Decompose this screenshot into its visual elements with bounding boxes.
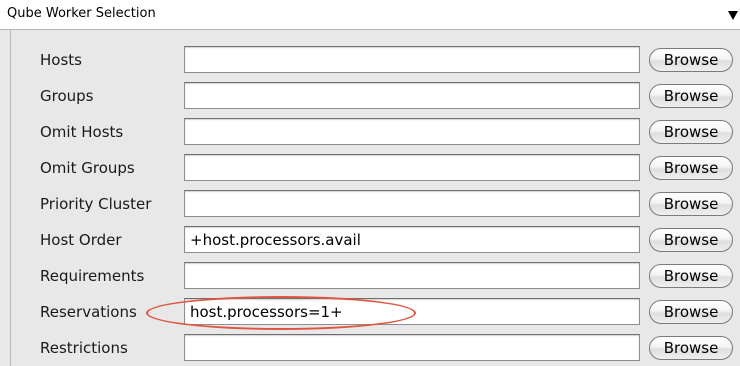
reservations-label: Reservations bbox=[40, 303, 137, 321]
priority-cluster-label: Priority Cluster bbox=[40, 195, 152, 213]
host-order-field[interactable]: +host.processors.avail bbox=[184, 226, 640, 253]
row-priority-cluster: Priority Cluster Browse bbox=[0, 186, 740, 222]
omit-hosts-label: Omit Hosts bbox=[40, 123, 124, 141]
reservations-field[interactable]: host.processors=1+ bbox=[184, 298, 640, 325]
host-order-browse-button[interactable]: Browse bbox=[649, 228, 733, 252]
requirements-browse-button[interactable]: Browse bbox=[649, 264, 733, 288]
restrictions-field[interactable] bbox=[184, 334, 640, 361]
hosts-label: Hosts bbox=[40, 51, 82, 69]
omit-groups-field[interactable] bbox=[184, 154, 640, 181]
priority-cluster-browse-button[interactable]: Browse bbox=[649, 192, 733, 216]
omit-hosts-browse-button[interactable]: Browse bbox=[649, 120, 733, 144]
omit-groups-label: Omit Groups bbox=[40, 159, 135, 177]
restrictions-label: Restrictions bbox=[40, 339, 128, 357]
requirements-field[interactable] bbox=[184, 262, 640, 289]
row-omit-groups: Omit Groups Browse bbox=[0, 150, 740, 186]
triangle-down-icon[interactable] bbox=[728, 11, 738, 20]
groups-label: Groups bbox=[40, 87, 94, 105]
omit-groups-browse-button[interactable]: Browse bbox=[649, 156, 733, 180]
priority-cluster-field[interactable] bbox=[184, 190, 640, 217]
restrictions-browse-button[interactable]: Browse bbox=[649, 336, 733, 360]
host-order-label: Host Order bbox=[40, 231, 122, 249]
row-hosts: Hosts Browse bbox=[0, 42, 740, 78]
hosts-browse-button[interactable]: Browse bbox=[649, 48, 733, 72]
row-host-order: Host Order +host.processors.avail Browse bbox=[0, 222, 740, 258]
groups-browse-button[interactable]: Browse bbox=[649, 84, 733, 108]
section-header[interactable]: Qube Worker Selection bbox=[0, 0, 740, 30]
reservations-browse-button[interactable]: Browse bbox=[649, 300, 733, 324]
omit-hosts-field[interactable] bbox=[184, 118, 640, 145]
row-omit-hosts: Omit Hosts Browse bbox=[0, 114, 740, 150]
row-groups: Groups Browse bbox=[0, 78, 740, 114]
row-requirements: Requirements Browse bbox=[0, 258, 740, 294]
qube-worker-selection-panel: Qube Worker Selection Hosts Browse Group… bbox=[0, 0, 740, 366]
section-title: Qube Worker Selection bbox=[7, 6, 156, 21]
groups-field[interactable] bbox=[184, 82, 640, 109]
requirements-label: Requirements bbox=[40, 267, 145, 285]
row-restrictions: Restrictions Browse bbox=[0, 330, 740, 366]
hosts-field[interactable] bbox=[184, 46, 640, 73]
row-reservations: Reservations host.processors=1+ Browse bbox=[0, 294, 740, 330]
